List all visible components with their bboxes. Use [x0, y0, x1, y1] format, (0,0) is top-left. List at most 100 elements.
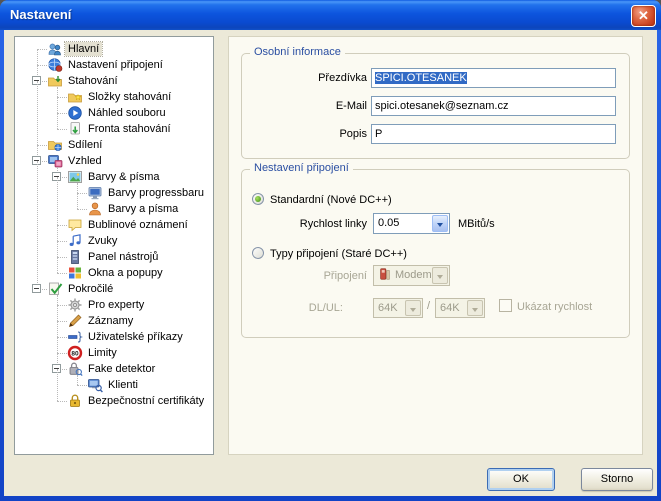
- tree-item-label[interactable]: Barvy & písma: [85, 170, 163, 184]
- lock-search-icon: [67, 361, 83, 377]
- tree-expander-minus-icon[interactable]: [32, 284, 41, 293]
- cancel-button[interactable]: Storno: [581, 468, 653, 491]
- connection-types-label[interactable]: Typy připojení (Staré DC++): [270, 248, 407, 260]
- windows-icon: [67, 265, 83, 281]
- upload-speed-value: 64K: [440, 302, 460, 314]
- window-title: Nastavení: [10, 7, 71, 22]
- email-input[interactable]: [371, 96, 616, 116]
- tree-item-fake-detektor[interactable]: Fake detektor: [15, 361, 213, 377]
- tree-item-label[interactable]: Okna a popupy: [85, 266, 166, 280]
- tree-item-label[interactable]: Bublinové oznámení: [85, 218, 191, 232]
- users-icon: [47, 41, 63, 57]
- standard-connection-label[interactable]: Standardní (Nové DC++): [270, 194, 392, 206]
- tree-item-slozky-stahovani[interactable]: Složky stahování: [15, 89, 213, 105]
- tree-item-bublinove-oznameni[interactable]: Bublinové oznámení: [15, 217, 213, 233]
- line-speed-unit: MBitů/s: [458, 218, 495, 230]
- speed-limit-icon: 80: [67, 345, 83, 361]
- tree-item-barvy-progressbaru[interactable]: Barvy progressbaru: [15, 185, 213, 201]
- tree-item-label[interactable]: Barvy progressbaru: [105, 186, 207, 200]
- tree-item-bezpecnostni-certifikaty[interactable]: Bezpečnostní certifikáty: [15, 393, 213, 409]
- close-icon[interactable]: ✕: [631, 5, 656, 27]
- email-label: E-Mail: [245, 100, 367, 112]
- tree-item-label[interactable]: Limity: [85, 346, 120, 360]
- settings-content: Osobní informace Přezdívka SPICI.OTESANE…: [228, 36, 643, 455]
- toolbar-icon: [67, 249, 83, 265]
- tree-item-panel-nastroju[interactable]: Panel nástrojů: [15, 249, 213, 265]
- pen-icon: [67, 313, 83, 329]
- client-search-icon: [87, 377, 103, 393]
- download-speed-value: 64K: [378, 302, 398, 314]
- tree-item-zvuky[interactable]: Zvuky: [15, 233, 213, 249]
- tree-item-limity[interactable]: 80Limity: [15, 345, 213, 361]
- check-page-icon: [47, 281, 63, 297]
- upload-speed-combobox: 64K: [435, 298, 485, 318]
- tree-item-label[interactable]: Vzhled: [65, 154, 105, 168]
- tree-item-label[interactable]: Fronta stahování: [85, 122, 174, 136]
- picture-icon: [67, 169, 83, 185]
- tree-item-label[interactable]: Uživatelské příkazy: [85, 330, 186, 344]
- line-speed-label: Rychlost linky: [245, 218, 367, 230]
- tree-item-label[interactable]: Panel nástrojů: [85, 250, 161, 264]
- tree-item-label[interactable]: Sdílení: [65, 138, 105, 152]
- tree-item-label[interactable]: Stahování: [65, 74, 121, 88]
- share-folder-icon: [47, 137, 63, 153]
- music-note-icon: [67, 233, 83, 249]
- titlebar[interactable]: Nastavení ✕: [0, 0, 661, 30]
- tree-item-label[interactable]: Fake detektor: [85, 362, 158, 376]
- nickname-selected-text: SPICI.OTESANEK: [375, 72, 467, 84]
- tree-item-zaznamy[interactable]: Záznamy: [15, 313, 213, 329]
- monitor-icon: [87, 185, 103, 201]
- tree-item-label[interactable]: Zvuky: [85, 234, 120, 248]
- ok-button[interactable]: OK: [487, 468, 555, 491]
- tree-item-label[interactable]: Záznamy: [85, 314, 136, 328]
- tree-item-label[interactable]: Pokročilé: [65, 282, 116, 296]
- tree-item-stahovani[interactable]: Stahování: [15, 73, 213, 89]
- connection-combobox: Modem: [373, 265, 450, 286]
- person-icon: [87, 201, 103, 217]
- tree-item-hlavni[interactable]: Hlavní: [15, 41, 213, 57]
- chevron-down-icon: [405, 300, 421, 316]
- gear-icon: [67, 297, 83, 313]
- tree-item-label[interactable]: Pro experty: [85, 298, 147, 312]
- tree-item-nastaveni-pripojeni[interactable]: Nastavení připojení: [15, 57, 213, 73]
- nickname-label: Přezdívka: [245, 72, 367, 84]
- tree-item-label[interactable]: Barvy a písma: [105, 202, 181, 216]
- tree-item-nahled-souboru[interactable]: Náhled souboru: [15, 105, 213, 121]
- tree-item-label[interactable]: Klienti: [105, 378, 141, 392]
- tree-item-barvy-a-pisma[interactable]: Barvy a písma: [15, 201, 213, 217]
- tree-guide: [37, 161, 38, 289]
- tree-item-label[interactable]: Nastavení připojení: [65, 58, 166, 72]
- connection-types-radio[interactable]: [252, 247, 264, 259]
- folder-star-icon: [67, 89, 83, 105]
- queue-page-icon: [67, 121, 83, 137]
- standard-connection-radio[interactable]: [252, 193, 264, 205]
- tree-item-pokrocile[interactable]: Pokročilé: [15, 281, 213, 297]
- line-speed-combobox[interactable]: 0.05: [373, 213, 450, 234]
- tree-item-okna-a-popupy[interactable]: Okna a popupy: [15, 265, 213, 281]
- preview-play-icon: [67, 105, 83, 121]
- nickname-input[interactable]: SPICI.OTESANEK: [371, 68, 616, 88]
- connection-value: Modem: [395, 269, 432, 281]
- tree-item-label[interactable]: Bezpečnostní certifikáty: [85, 394, 207, 408]
- settings-tree: Hlavní Nastavení připojení Stahování Složky…: [14, 36, 214, 455]
- description-input[interactable]: [371, 124, 616, 144]
- tree-item-uzivatelske-prikazy[interactable]: Uživatelské příkazy: [15, 329, 213, 345]
- tree-item-label[interactable]: Složky stahování: [85, 90, 174, 104]
- dlul-label: DL/UL:: [245, 302, 343, 314]
- tree-item-pro-experty[interactable]: Pro experty: [15, 297, 213, 313]
- tree-item-fronta-stahovani[interactable]: Fronta stahování: [15, 121, 213, 137]
- settings-dialog: Nastavení ✕ Hlavní Nastavení připojení Sta…: [0, 0, 661, 501]
- tree-item-sdileni[interactable]: Sdílení: [15, 137, 213, 153]
- show-speed-label: Ukázat rychlost: [517, 301, 592, 313]
- connection-settings-title: Nestavení připojení: [250, 162, 353, 174]
- line-speed-value: 0.05: [378, 217, 399, 229]
- tree-item-barvy-pisma[interactable]: Barvy & písma: [15, 169, 213, 185]
- tree-guide: [37, 81, 38, 145]
- tree-item-label[interactable]: Náhled souboru: [85, 106, 169, 120]
- padlock-icon: [67, 393, 83, 409]
- tree-item-vzhled[interactable]: Vzhled: [15, 153, 213, 169]
- chevron-down-icon[interactable]: [432, 215, 448, 232]
- tree-item-label[interactable]: Hlavní: [65, 42, 102, 56]
- balloon-icon: [67, 217, 83, 233]
- tree-item-klienti[interactable]: Klienti: [15, 377, 213, 393]
